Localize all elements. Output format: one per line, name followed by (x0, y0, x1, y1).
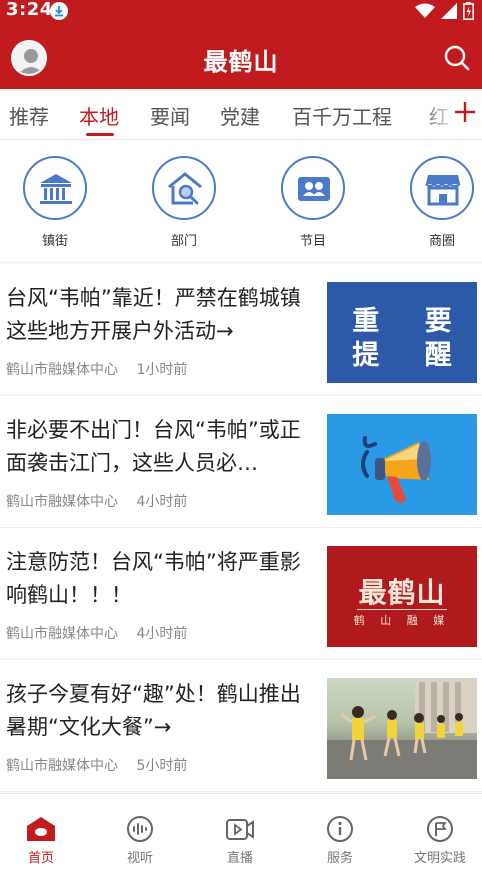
news-meta: 鹤山市融媒体中心 4小时前 (6, 623, 187, 643)
download-icon (50, 2, 68, 20)
news-thumbnail (327, 414, 477, 515)
news-source: 鹤山市融媒体中心 (6, 626, 118, 642)
children-dancing-photo (327, 678, 477, 779)
news-time: 1小时前 (136, 362, 188, 378)
quick-nav-label: 商圈 (428, 234, 455, 249)
nav-label: 直播 (226, 851, 253, 866)
quick-nav-programs[interactable]: 节目 (273, 156, 353, 249)
tab-fade (418, 89, 458, 139)
quick-nav-label: 节目 (299, 234, 326, 249)
home-search-icon (168, 172, 202, 205)
nav-services[interactable]: 服务 (300, 816, 380, 866)
news-time: 4小时前 (136, 626, 188, 642)
tab-project[interactable]: 百千万工程 (292, 101, 392, 130)
add-channel-icon[interactable] (453, 100, 477, 124)
tab-local[interactable]: 本地 (79, 101, 119, 130)
store-icon (425, 175, 461, 206)
active-tab-indicator (86, 133, 114, 136)
id-card-icon (298, 177, 330, 201)
quick-nav-departments[interactable]: 部门 (144, 156, 224, 249)
news-meta: 鹤山市融媒体中心 5小时前 (6, 755, 187, 775)
news-source: 鹤山市融媒体中心 (6, 362, 118, 378)
info-icon (327, 816, 353, 842)
nav-label: 视听 (126, 851, 153, 866)
tab-recommend[interactable]: 推荐 (9, 101, 49, 130)
quick-nav-label: 镇街 (41, 234, 68, 249)
news-thumbnail: 最鹤山 鹤 山 融 媒 (327, 546, 477, 647)
bank-icon (40, 174, 72, 204)
nav-label: 服务 (326, 851, 353, 866)
megaphone-icon (361, 436, 431, 503)
nav-label: 首页 (27, 851, 54, 866)
status-bar: 3:24 (0, 0, 482, 22)
flag-icon (427, 816, 453, 842)
nav-live[interactable]: 直播 (200, 816, 280, 866)
news-title: 注意防范！台风“韦帕”将严重影响鹤山！！！ (6, 550, 301, 607)
quick-nav-label: 部门 (170, 234, 197, 249)
news-source: 鹤山市融媒体中心 (6, 494, 118, 510)
battery-icon (463, 2, 474, 20)
news-meta: 鹤山市融媒体中心 1小时前 (6, 359, 187, 379)
news-item[interactable]: 台风“韦帕”靠近！严禁在鹤城镇这些地方开展户外活动→ 鹤山市融媒体中心 1小时前… (0, 264, 482, 396)
home-icon (27, 817, 55, 841)
news-item[interactable]: 非必要不出门！台风“韦帕”或正面袭击江门，这些人员必… 鹤山市融媒体中心 4小时… (0, 396, 482, 528)
nav-civilization-practice[interactable]: 文明实践 (400, 816, 480, 866)
news-thumbnail-photo (327, 678, 477, 779)
nav-label: 文明实践 (413, 851, 466, 866)
quick-nav-business[interactable]: 商圈 (402, 156, 482, 249)
tab-headlines[interactable]: 要闻 (150, 101, 190, 130)
news-item[interactable]: 注意防范！台风“韦帕”将严重影响鹤山！！！ 鹤山市融媒体中心 4小时前 最鹤山 … (0, 528, 482, 660)
audio-icon (127, 816, 153, 842)
news-title: 台风“韦帕”靠近！严禁在鹤城镇这些地方开展户外活动→ (6, 286, 301, 343)
thumb-divider (357, 609, 447, 610)
news-title: 非必要不出门！台风“韦帕”或正面袭击江门，这些人员必… (6, 418, 301, 475)
wifi-icon (415, 3, 435, 18)
app-title: 最鹤山 (203, 48, 279, 76)
news-thumbnail: 重 要 提 醒 (327, 282, 477, 383)
news-time: 4小时前 (136, 494, 188, 510)
channel-tabs: 推荐 本地 要闻 党建 百千万工程 红 (0, 89, 482, 140)
app-header: 3:24 最鹤山 (0, 0, 482, 89)
news-source: 鹤山市融媒体中心 (6, 758, 118, 774)
nav-home[interactable]: 首页 (1, 816, 81, 866)
status-time: 3:24 (6, 0, 53, 20)
news-time: 5小时前 (136, 758, 188, 774)
thumb-text-line: 提 醒 (352, 340, 470, 371)
nav-audio-video[interactable]: 视听 (100, 816, 180, 866)
quick-nav: 镇街 部门 节目 商圈 (0, 141, 482, 263)
news-title: 孩子今夏有好“趣”处！鹤山推出暑期“文化大餐”→ (6, 682, 301, 739)
search-icon[interactable] (444, 45, 470, 71)
thumb-logo-text: 最鹤山 (358, 576, 446, 609)
video-icon (226, 819, 254, 840)
news-item[interactable]: 孩子今夏有好“趣”处！鹤山推出暑期“文化大餐”→ 鹤山市融媒体中心 5小时前 (0, 660, 482, 792)
thumb-subtext: 鹤 山 融 媒 (353, 614, 451, 627)
signal-icon (441, 3, 457, 19)
bottom-nav: 首页 视听 直播 服务 文明实践 (0, 793, 482, 872)
news-meta: 鹤山市融媒体中心 4小时前 (6, 491, 187, 511)
quick-nav-towns[interactable]: 镇街 (15, 156, 95, 249)
tab-party-building[interactable]: 党建 (220, 101, 260, 130)
